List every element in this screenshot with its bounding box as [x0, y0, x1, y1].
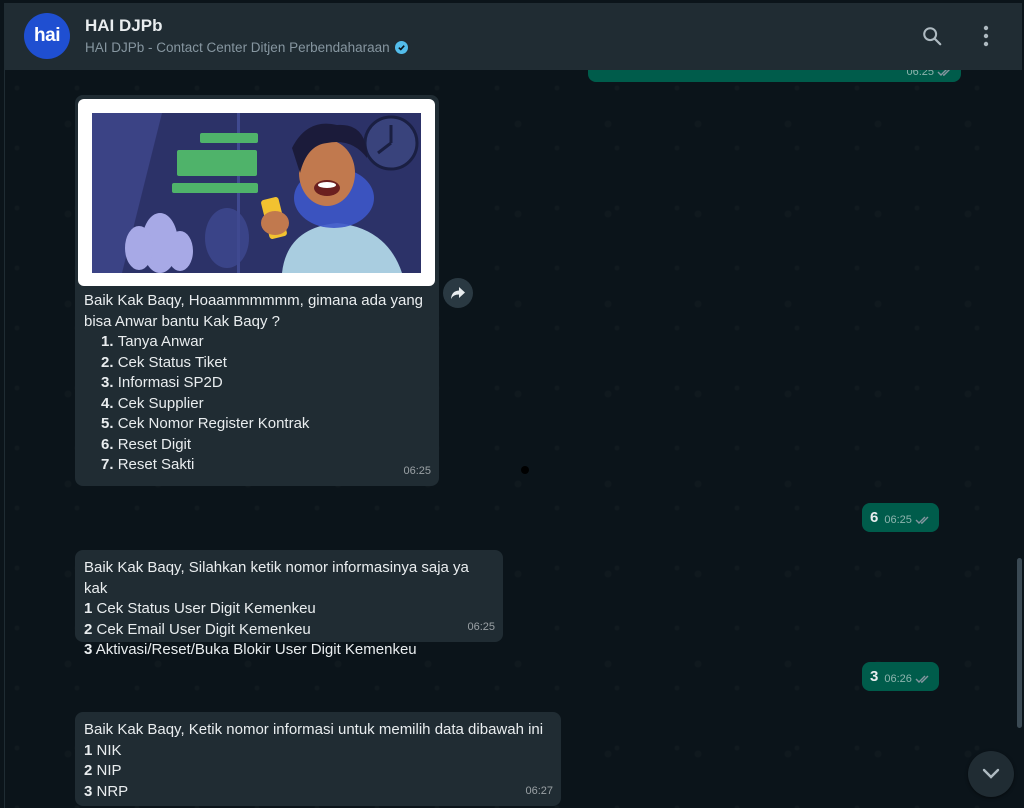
option-text: Cek Status User Digit Kemenkeu	[96, 600, 316, 617]
message-body: Baik Kak Baqy, Hoaammmmmm, gimana ada ya…	[84, 291, 429, 476]
chat-header[interactable]: hai HAI DJPb HAI DJPb - Contact Center D…	[5, 3, 1022, 70]
option-item: 1 Cek Status User Digit Kemenkeu	[84, 599, 493, 620]
chat-window: hai HAI DJPb HAI DJPb - Contact Center D…	[4, 3, 1022, 808]
double-check-icon	[915, 516, 929, 524]
option-text: NRP	[96, 782, 129, 800]
option-number: 5.	[101, 415, 114, 432]
kebab-menu-icon	[983, 25, 989, 47]
option-text: Cek Supplier	[117, 394, 204, 412]
option-number: 6.	[101, 435, 114, 453]
forward-icon	[451, 287, 465, 299]
illustration-chat-bubble	[200, 133, 258, 143]
option-list: 1. Tanya Anwar 2. Cek Status Tiket 3. In…	[84, 332, 429, 476]
time-text: 06:26	[884, 673, 912, 685]
option-item: 3 Aktivasi/Reset/Buka Blokir User Digit …	[84, 640, 493, 661]
option-number: 3	[84, 641, 93, 658]
option-text: Reset Sakti	[117, 456, 195, 473]
message-intro-line: Baik Kak Baqy, Silahkan ketik nomor info…	[84, 559, 469, 597]
message-outgoing[interactable]: 3 06:26	[862, 662, 939, 691]
option-text: Reset Digit	[117, 435, 192, 453]
option-number: 1	[84, 600, 93, 617]
illustration-chat-bubble	[172, 183, 258, 193]
menu-button[interactable]	[971, 21, 1001, 51]
forward-button[interactable]	[443, 278, 473, 308]
option-text: NIK	[96, 741, 122, 759]
message-time: 06:25	[467, 620, 495, 633]
option-item: 6. Reset Digit	[101, 435, 429, 456]
option-item: 2. Cek Status Tiket	[101, 353, 429, 374]
search-button[interactable]	[917, 21, 947, 51]
message-incoming-data-menu[interactable]: Baik Kak Baqy, Ketik nomor informasi unt…	[75, 712, 561, 806]
avatar[interactable]: hai	[24, 13, 70, 59]
option-item: 2 NIP	[84, 761, 551, 782]
option-item: 3. Informasi SP2D	[101, 373, 429, 394]
option-text: Aktivasi/Reset/Buka Blokir User Digit Ke…	[95, 641, 417, 658]
double-check-icon	[915, 675, 929, 683]
option-item: 3 NRP	[84, 782, 551, 803]
option-number: 1	[84, 741, 93, 759]
chevron-down-icon	[982, 768, 1000, 779]
option-number: 2	[84, 620, 93, 638]
message-outgoing[interactable]: 6 06:25	[862, 503, 939, 532]
contact-name[interactable]: HAI DJPb	[85, 16, 162, 36]
message-time: 06:25	[884, 514, 931, 526]
option-item: 2 Cek Email User Digit Kemenkeu	[84, 620, 493, 641]
message-time: 06:25	[403, 464, 431, 477]
option-number: 3	[84, 782, 93, 800]
message-intro-line: Baik Kak Baqy, Ketik nomor informasi unt…	[84, 721, 544, 738]
message-text: 3	[870, 668, 879, 685]
message-incoming-greeting[interactable]: Baik Kak Baqy, Hoaammmmmm, gimana ada ya…	[75, 95, 439, 486]
verified-badge-icon	[394, 41, 408, 54]
option-text: Informasi SP2D	[117, 374, 223, 391]
message-incoming-digit-menu[interactable]: Baik Kak Baqy, Silahkan ketik nomor info…	[75, 550, 503, 658]
scroll-down-button[interactable]	[968, 751, 1014, 797]
option-item: 4. Cek Supplier	[101, 394, 429, 415]
illustration-chat-bubble	[177, 150, 257, 176]
option-text: Tanya Anwar	[117, 333, 204, 350]
option-number: 3.	[101, 374, 114, 391]
illustration-image	[92, 113, 421, 273]
option-item: 7. Reset Sakti	[101, 455, 429, 476]
time-text: 06:25	[884, 514, 912, 526]
message-intro-line: Baik Kak Baqy, Hoaammmmmm, gimana ada ya…	[84, 292, 424, 309]
contact-subtitle: HAI DJPb - Contact Center Ditjen Perbend…	[85, 40, 408, 55]
message-time: 06:26	[884, 673, 931, 685]
option-item: 1. Tanya Anwar	[101, 332, 429, 353]
option-text: Cek Email User Digit Kemenkeu	[96, 620, 311, 638]
option-item: 1 NIK	[84, 741, 551, 762]
scrollbar[interactable]	[1017, 558, 1022, 728]
option-item: 5. Cek Nomor Register Kontrak	[101, 414, 429, 435]
message-list[interactable]: 06:25 Baik Kak Baqy, Hoaammmmmm, gimana …	[5, 62, 1022, 808]
option-number: 2	[84, 762, 93, 779]
option-text: NIP	[96, 762, 122, 779]
search-icon	[923, 27, 942, 46]
message-text: 6	[870, 509, 879, 526]
option-number: 7.	[101, 456, 114, 473]
option-text: Cek Status Tiket	[117, 353, 227, 371]
message-image[interactable]	[78, 99, 435, 286]
option-number: 2.	[101, 353, 114, 371]
message-time: 06:27	[525, 784, 553, 797]
contact-subtitle-text: HAI DJPb - Contact Center Ditjen Perbend…	[85, 40, 390, 55]
option-number: 4.	[101, 394, 114, 412]
cursor-dot	[521, 466, 529, 474]
option-number: 1.	[101, 333, 114, 350]
option-text: Cek Nomor Register Kontrak	[117, 415, 310, 432]
message-intro-line: bisa Anwar bantu Kak Baqy ?	[84, 312, 280, 330]
